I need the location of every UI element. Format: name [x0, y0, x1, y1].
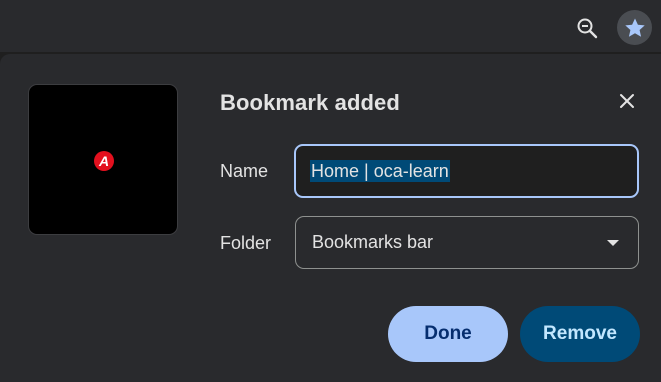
- zoom-out-icon[interactable]: [571, 12, 603, 44]
- close-icon: [620, 94, 634, 108]
- name-label: Name: [220, 161, 269, 181]
- done-button[interactable]: Done: [388, 306, 508, 362]
- folder-dropdown-value: Bookmarks bar: [312, 232, 434, 252]
- name-input-value: Home | oca-learn: [310, 160, 450, 182]
- folder-label: Folder: [220, 233, 272, 253]
- chevron-down-icon: [607, 240, 619, 246]
- folder-dropdown[interactable]: Bookmarks bar: [295, 216, 639, 269]
- bookmark-dialog: A Bookmark added Name Home | oca-learn F…: [0, 54, 661, 382]
- remove-button[interactable]: Remove: [520, 306, 640, 362]
- browser-toolbar: [0, 0, 661, 52]
- page-thumbnail: A: [28, 84, 178, 235]
- svg-text:A: A: [98, 153, 109, 169]
- dialog-title: Bookmark added: [220, 90, 400, 115]
- close-button[interactable]: [613, 87, 641, 115]
- site-favicon-icon: A: [94, 151, 114, 171]
- bookmark-star-button[interactable]: [617, 10, 652, 45]
- star-filled-icon: [624, 18, 645, 37]
- name-input[interactable]: Home | oca-learn: [294, 144, 639, 198]
